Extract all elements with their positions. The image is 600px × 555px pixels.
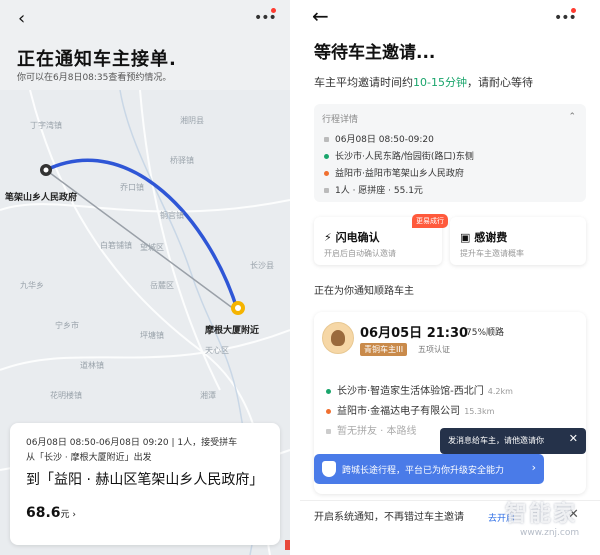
destination-label: 摩根大厦附近 — [205, 326, 260, 336]
seat-icon — [324, 188, 329, 193]
avatar — [322, 322, 354, 354]
option-subtitle: 提升车主邀请概率 — [460, 249, 524, 258]
safety-upgrade-banner[interactable]: 跨城长途行程，平台已为你升级安全能力 › — [314, 454, 544, 484]
banner-text: 跨城长途行程，平台已为你升级安全能力 — [342, 466, 505, 476]
lightning-icon: ⚡ — [324, 231, 332, 244]
close-icon[interactable]: ✕ — [569, 432, 578, 445]
notification-dot — [571, 8, 576, 13]
message-driver-tooltip[interactable]: 发消息给车主，请他邀请你 ✕ — [440, 428, 586, 454]
driver-departure-time: 06月05日 21:30 — [360, 326, 469, 341]
booking-price[interactable]: 68.6元 › — [26, 505, 76, 521]
trip-from: 长沙市·人民东路/怡园街(路口)东侧 — [335, 152, 474, 162]
map-label: 白箬铺镇 — [100, 241, 132, 250]
chevron-right-icon: › — [531, 461, 536, 474]
origin-label: 笔架山乡人民政府 — [5, 193, 78, 203]
back-icon[interactable]: ‹ — [18, 8, 25, 29]
page-subtitle: 你可以在6月8日08:35查看预约情况。 — [17, 73, 172, 83]
map-label: 乔口镇 — [120, 183, 144, 192]
option-label: 闪电确认 — [335, 231, 380, 244]
trip-seats: 1人 · 愿拼座 · 55.1元 — [335, 186, 423, 196]
page-title: 正在通知车主接单. — [17, 49, 177, 70]
right-screen: ← ••• 等待车主邀请... 车主平均邀请时间约10-15分钟，请耐心等待 行… — [300, 0, 600, 555]
driver-from-distance: 4.2km — [487, 387, 513, 396]
driver-extra: 暂无拼友 · 本路线 — [337, 426, 417, 437]
booking-card[interactable]: 06月08日 08:50-06月08日 09:20 | 1人，接受拼车 从「长沙… — [10, 423, 280, 545]
trip-time-row: 06月08日 08:50-09:20 — [324, 132, 434, 145]
notification-dot — [271, 8, 276, 13]
option-subtitle: 开启后自动确认邀请 — [324, 249, 396, 258]
passenger-icon — [326, 428, 331, 434]
prompt-text: 开启系统通知，不再错过车主邀请 — [314, 512, 464, 523]
option-title: ▣ 感谢费 — [460, 229, 507, 245]
origin-dot-icon — [326, 388, 331, 394]
trip-header: 行程详情 — [322, 115, 359, 125]
wait-prefix: 车主平均邀请时间约 — [314, 76, 413, 89]
map-label: 丁字湾镇 — [30, 121, 62, 130]
map-label: 桥驿镇 — [170, 156, 194, 165]
trip-from-row: 长沙市·人民东路/怡园街(路口)东侧 — [324, 149, 474, 162]
avatar-deer-icon — [331, 330, 345, 346]
screen-divider — [290, 0, 300, 555]
option-label: 感谢费 — [474, 231, 508, 244]
trip-details-panel[interactable]: 行程详情 ⌃ 06月08日 08:50-09:20 长沙市·人民东路/怡园街(路… — [314, 104, 586, 202]
driver-to: 益阳市·金福达电子有限公司 — [337, 406, 461, 417]
driver-to-distance: 15.3km — [464, 407, 495, 416]
page-title: 等待车主邀请... — [314, 43, 436, 63]
watermark: 智能家 — [505, 502, 578, 527]
map-label: 铜官镇 — [160, 211, 184, 220]
option-title: ⚡ 闪电确认 — [324, 229, 380, 245]
price-value: 68.6 — [26, 505, 61, 521]
map-label: 九华乡 — [20, 281, 44, 290]
notify-status: 正在为你通知顺路车主 — [314, 286, 414, 297]
map-label: 道林镇 — [80, 361, 104, 370]
map-label: 湘阴县 — [180, 116, 204, 125]
driver-tier-badge: 青铜车主III — [360, 343, 408, 356]
map-label: 天心区 — [205, 346, 229, 355]
wait-info: 车主平均邀请时间约10-15分钟，请耐心等待 — [314, 74, 533, 90]
driver-to-row: 益阳市·金福达电子有限公司 15.3km — [326, 402, 494, 417]
trip-time: 06月08日 08:50-09:20 — [335, 135, 434, 145]
map-label: 花明楼镇 — [50, 391, 82, 400]
driver-extra-row: 暂无拼友 · 本路线 — [326, 422, 417, 437]
route-match: 75%顺路 — [466, 328, 505, 338]
chevron-up-icon[interactable]: ⌃ — [568, 112, 576, 122]
easier-badge: 更易成行 — [412, 214, 448, 228]
booking-time: 06月08日 08:50-06月08日 09:20 | 1人，接受拼车 — [26, 438, 238, 448]
back-arrow-icon[interactable]: ← — [312, 4, 329, 28]
price-unit: 元 › — [60, 510, 77, 520]
trip-to: 益阳市·益阳市笔架山乡人民政府 — [335, 169, 464, 179]
map-label: 宁乡市 — [55, 321, 79, 330]
thank-fee-option[interactable]: ▣ 感谢费 提升车主邀请概率 — [450, 217, 586, 265]
lightning-confirm-option[interactable]: ⚡ 闪电确认 开启后自动确认邀请 更易成行 — [314, 214, 448, 265]
driver-verification: 五项认证 — [418, 345, 450, 354]
watermark-url: www.znj.com — [520, 528, 580, 538]
origin-dot-icon — [324, 154, 329, 159]
trip-to-row: 益阳市·益阳市笔架山乡人民政府 — [324, 166, 464, 179]
wait-suffix: ，请耐心等待 — [466, 76, 533, 89]
map-label: 长沙县 — [250, 261, 274, 270]
shield-icon — [322, 461, 336, 477]
booking-destination: 到「益阳 · 赫山区笔架山乡人民政府」 — [26, 472, 264, 488]
booking-origin: 从「长沙 · 摩根大厦附近」出发 — [26, 453, 152, 463]
trip-seats-row: 1人 · 愿拼座 · 55.1元 — [324, 183, 423, 196]
wallet-icon: ▣ — [460, 231, 471, 244]
map-label: 湘潭 — [200, 391, 216, 400]
clock-icon — [324, 137, 329, 142]
destination-dot-icon — [326, 408, 331, 414]
tooltip-text: 发消息给车主，请他邀请你 — [448, 436, 544, 445]
map-label: 坪塘镇 — [140, 331, 164, 340]
destination-dot-icon — [324, 171, 329, 176]
map-label: 望城区 — [140, 243, 164, 252]
map-label: 岳麓区 — [150, 281, 174, 290]
driver-from: 长沙市·智造家生活体验馆-西北门 — [337, 386, 484, 397]
left-screen: 丁字湾镇 乔口镇 桥驿镇 湘阴县 铜官镇 白箬铺镇 望城区 长沙县 九华乡 宁乡… — [0, 0, 290, 555]
driver-from-row: 长沙市·智造家生活体验馆-西北门 4.2km — [326, 382, 513, 397]
wait-highlight: 10-15分钟 — [413, 76, 467, 89]
